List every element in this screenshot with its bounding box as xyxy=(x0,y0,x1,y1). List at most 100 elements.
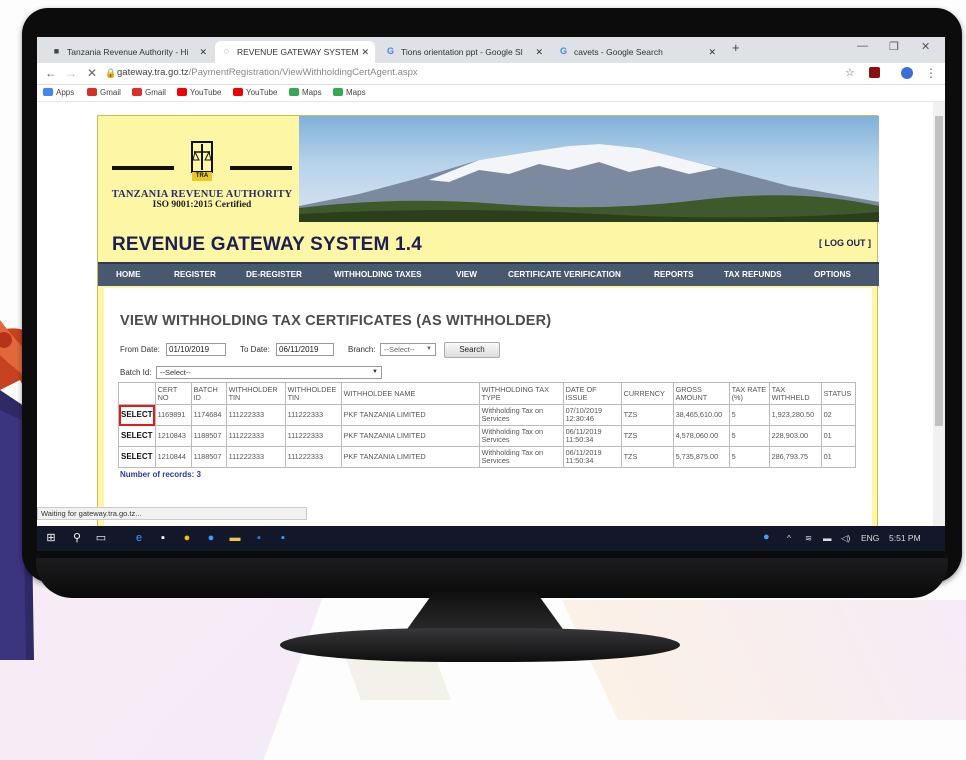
status-cell: 01 xyxy=(820,425,856,447)
search-icon[interactable]: ⚲ xyxy=(71,532,83,544)
branch-label: Branch: xyxy=(348,345,376,354)
tra-favicon-icon: ■ xyxy=(53,46,60,56)
select-link[interactable]: SELECT xyxy=(118,425,156,447)
close-tab-icon[interactable]: ✕ xyxy=(535,41,543,63)
batch-id-cell: 1174684 xyxy=(190,404,227,426)
file-explorer-icon[interactable]: ▬ xyxy=(229,532,241,544)
chevron-up-icon[interactable]: ^ xyxy=(787,533,791,543)
clock[interactable]: 5:51 PM xyxy=(889,533,921,543)
close-tab-icon[interactable]: ✕ xyxy=(361,41,369,63)
close-tab-icon[interactable]: ✕ xyxy=(199,41,207,63)
bookmark-gmail[interactable]: Gmail xyxy=(132,88,166,97)
forward-arrow-icon[interactable]: → xyxy=(65,66,77,80)
tax-type-cell: Withholding Tax on Services xyxy=(478,404,564,426)
table-row: SELECT 1210843 1188507 111222333 1112223… xyxy=(118,425,856,447)
search-button[interactable]: Search xyxy=(444,342,500,358)
to-date-label: To Date: xyxy=(240,345,270,354)
maximize-icon[interactable]: ❐ xyxy=(889,40,899,53)
store-icon[interactable]: ▪ xyxy=(157,532,169,544)
close-tab-icon[interactable]: ✕ xyxy=(708,41,716,63)
menu-item-view[interactable]: VIEW xyxy=(456,270,477,279)
new-tab-button[interactable]: + xyxy=(732,40,740,55)
bookmark-youtube[interactable]: YouTube xyxy=(177,88,221,97)
language-indicator[interactable]: ENG xyxy=(861,533,879,543)
app-icon[interactable]: ● xyxy=(205,532,217,544)
back-arrow-icon[interactable]: ← xyxy=(45,66,57,80)
gross-amount-cell: 4,578,060.00 xyxy=(672,425,730,447)
windows-start-icon[interactable]: ⊞ xyxy=(45,532,57,544)
task-view-icon[interactable]: ▭ xyxy=(95,532,107,544)
tab-label: Tions orientation ppt - Google Sl xyxy=(401,47,523,57)
star-icon[interactable]: ☆ xyxy=(845,66,855,79)
word-icon[interactable]: ▪ xyxy=(253,532,265,544)
batch-id-label: Batch Id: xyxy=(120,368,152,377)
close-window-icon[interactable]: ✕ xyxy=(921,40,930,53)
bookmark-maps[interactable]: Maps xyxy=(289,88,322,97)
certificates-panel: VIEW WITHHOLDING TAX CERTIFICATES (AS WI… xyxy=(104,288,872,537)
select-link[interactable]: SELECT xyxy=(118,446,156,468)
screen: ■ Tanzania Revenue Authority - Hi ✕ ◌ RE… xyxy=(37,37,945,551)
menu-item-options[interactable]: OPTIONS xyxy=(814,270,851,279)
help-icon[interactable]: ● xyxy=(763,531,770,543)
withholder-tin-cell: 111222333 xyxy=(225,425,286,447)
withholdee-name-cell: PKF TANZANIA LIMITED xyxy=(340,404,480,426)
minimize-icon[interactable]: — xyxy=(857,40,868,52)
col-header-batch-id: BATCH ID xyxy=(190,382,227,405)
bookmark-gmail[interactable]: Gmail xyxy=(87,88,121,97)
browser-tab[interactable]: ■ Tanzania Revenue Authority - Hi ✕ xyxy=(45,41,213,63)
select-link[interactable]: SELECT xyxy=(118,404,156,426)
col-header-gross-amount: GROSS AMOUNT xyxy=(672,382,730,405)
batch-id-cell: 1188507 xyxy=(190,446,227,468)
from-date-label: From Date: xyxy=(120,345,161,354)
battery-icon[interactable]: ▬ xyxy=(823,533,832,543)
chrome-icon[interactable]: ● xyxy=(181,532,193,544)
menu-item-tax-refunds[interactable]: TAX REFUNDS xyxy=(724,270,782,279)
batch-id-select[interactable]: --Select-- ▼ xyxy=(156,366,382,379)
system-title: REVENUE GATEWAY SYSTEM 1.4 xyxy=(112,234,422,255)
to-date-input[interactable]: 06/11/2019 xyxy=(276,343,334,356)
gross-amount-cell: 5,735,875.00 xyxy=(672,446,730,468)
withholdee-tin-cell: 111222333 xyxy=(284,446,342,468)
withholdee-name-cell: PKF TANZANIA LIMITED xyxy=(340,446,480,468)
menu-item-home[interactable]: HOME xyxy=(116,270,141,279)
bookmark-maps[interactable]: Maps xyxy=(333,88,366,97)
browser-tab[interactable]: G Tions orientation ppt - Google Sl ✕ xyxy=(379,41,549,63)
branch-select[interactable]: --Select-- ▼ xyxy=(380,343,436,356)
volume-icon[interactable]: ◁) xyxy=(841,533,850,544)
browser-tab[interactable]: G cavets - Google Search ✕ xyxy=(552,41,722,63)
stop-loading-icon[interactable]: ✕ xyxy=(87,66,97,80)
menu-item-register[interactable]: REGISTER xyxy=(174,270,216,279)
menu-item-certificate-verification[interactable]: CERTIFICATE VERIFICATION xyxy=(508,270,621,279)
lock-icon: 🔒 xyxy=(105,68,117,78)
col-header-tax-withheld: TAX WITHHELD xyxy=(768,382,822,405)
withholdee-name-cell: PKF TANZANIA LIMITED xyxy=(340,425,480,447)
page-scrollbar[interactable] xyxy=(933,102,945,536)
org-name: TANZANIA REVENUE AUTHORITY xyxy=(111,189,293,200)
from-date-input[interactable]: 01/10/2019 xyxy=(166,343,226,356)
app-icon[interactable]: ▪ xyxy=(277,532,289,544)
profile-avatar[interactable] xyxy=(901,67,913,79)
web-content: TRA TANZANIA REVENUE AUTHORITY ISO 9001:… xyxy=(37,102,945,537)
menu-dots-icon[interactable]: ⋮ xyxy=(925,66,937,80)
menu-item-reports[interactable]: REPORTS xyxy=(654,270,694,279)
menu-item-deregister[interactable]: DE-REGISTER xyxy=(246,270,302,279)
site-header: TRA TANZANIA REVENUE AUTHORITY ISO 9001:… xyxy=(98,116,879,222)
scrollbar-thumb[interactable] xyxy=(935,116,943,426)
menu-item-withholding-taxes[interactable]: WITHHOLDING TAXES xyxy=(334,270,422,279)
logout-link[interactable]: [ LOG OUT ] xyxy=(819,238,871,248)
currency-cell: TZS xyxy=(620,404,674,426)
network-icon[interactable]: ≋ xyxy=(805,533,812,544)
edge-icon[interactable]: e xyxy=(133,532,145,544)
bookmark-apps[interactable]: Apps xyxy=(43,88,74,97)
withholder-tin-cell: 111222333 xyxy=(225,404,286,426)
browser-tab-active[interactable]: ◌ REVENUE GATEWAY SYSTEM ✕ xyxy=(215,41,375,63)
monitor-base xyxy=(280,628,680,662)
currency-cell: TZS xyxy=(620,446,674,468)
date-of-issue-cell: 06/11/2019 11:50:34 xyxy=(562,446,622,468)
withholder-tin-cell: 111222333 xyxy=(225,446,286,468)
pdf-extension-icon[interactable] xyxy=(869,67,880,78)
address-bar: ← → ✕ 🔒 gateway.tra.go.tz/PaymentRegistr… xyxy=(37,63,945,85)
page-heading: VIEW WITHHOLDING TAX CERTIFICATES (AS WI… xyxy=(120,313,552,329)
bookmark-youtube[interactable]: YouTube xyxy=(233,88,277,97)
url-field[interactable]: gateway.tra.go.tz/PaymentRegistration/Vi… xyxy=(117,67,418,78)
